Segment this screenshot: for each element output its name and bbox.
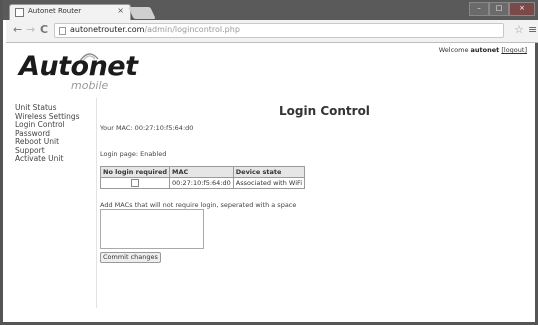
commit-changes-button[interactable]: Commit changes (100, 252, 161, 263)
device-state-cell: Associated with WiFi (232, 177, 306, 189)
table-row: 00:27:10:f5:64:d0 Associated with WiFi (99, 177, 306, 189)
column-header-no-login: No login required (99, 166, 171, 178)
page-icon (59, 27, 66, 35)
page-title: Login Control (279, 104, 370, 118)
mac-table: No login required MAC Device state 00:27… (99, 166, 306, 189)
mac-cell: 00:27:10:f5:64:d0 (169, 177, 234, 189)
menu-icon[interactable]: ≡ (528, 23, 537, 36)
welcome-prefix: Welcome (438, 46, 471, 54)
logo-name: Autonet (19, 51, 138, 82)
welcome-message: Welcome autonet [logout] (439, 46, 527, 54)
no-login-checkbox[interactable] (131, 179, 140, 187)
new-tab-button[interactable] (128, 7, 156, 19)
close-window-button[interactable]: × (509, 2, 535, 16)
minimize-button[interactable]: – (469, 2, 489, 16)
your-mac-text: Your MAC: 00:27:10:f5:64:d0 (100, 124, 194, 132)
url-domain: autonetrouter.com (70, 25, 145, 34)
tab-close-icon[interactable]: × (117, 6, 124, 15)
column-header-device-state: Device state (232, 166, 306, 178)
username: autonet (470, 46, 500, 54)
url-text: autonetrouter.com/admin/logincontrol.php (70, 25, 240, 34)
mac-list-textarea[interactable] (100, 209, 204, 249)
browser-toolbar: ← → C autonetrouter.com/admin/logincontr… (6, 20, 538, 43)
address-bar[interactable]: autonetrouter.com/admin/logincontrol.php (54, 23, 504, 38)
browser-tab[interactable]: Autonet Router × (9, 4, 131, 20)
back-icon[interactable]: ← (13, 24, 22, 36)
page-favicon-icon (15, 8, 24, 17)
add-macs-label: Add MACs that will not require login, se… (100, 201, 297, 209)
forward-icon[interactable]: → (26, 24, 35, 36)
autonet-logo: Autonet mobile (19, 52, 159, 96)
sidebar-divider (96, 98, 97, 308)
no-login-cell (99, 177, 171, 189)
login-page-status: Login page: Enabled (100, 150, 167, 158)
sidebar-nav: Unit Status Wireless Settings Login Cont… (15, 103, 95, 164)
tab-title: Autonet Router (28, 7, 82, 15)
url-path: /admin/logincontrol.php (144, 25, 240, 34)
tab-bar: Autonet Router × – □ × (3, 0, 538, 20)
sidebar-item-activate-unit[interactable]: Activate Unit (15, 154, 95, 164)
maximize-button[interactable]: □ (489, 2, 509, 16)
browser-window: Autonet Router × – □ × ← → C autonetrout… (0, 0, 538, 325)
logout-link[interactable]: [logout] (501, 46, 527, 54)
table-header-row: No login required MAC Device state (99, 166, 306, 178)
logo-subtitle: mobile (71, 79, 109, 92)
bookmark-star-icon[interactable]: ☆ (514, 23, 524, 36)
column-header-mac: MAC (169, 166, 234, 178)
reload-icon[interactable]: C (40, 24, 48, 36)
